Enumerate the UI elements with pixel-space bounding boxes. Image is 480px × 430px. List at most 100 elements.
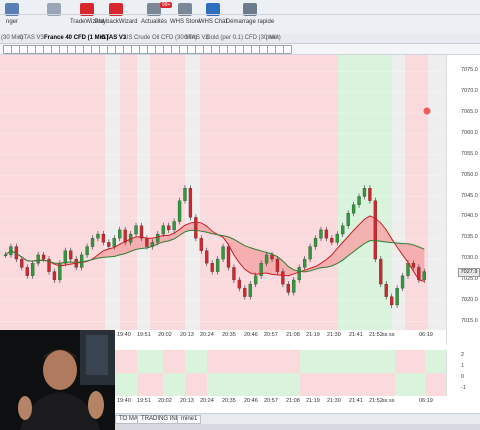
candle: [31, 263, 35, 276]
y-tick-label: 7070.0: [461, 88, 478, 95]
background-bands: [0, 55, 446, 330]
candle: [215, 258, 220, 272]
subchart-scale-label: 2: [461, 352, 465, 358]
subchart-scale-label: 1: [461, 363, 465, 369]
subchart-x-tick-label: 21:41: [349, 398, 363, 404]
x-tick-label: 20:13: [180, 332, 194, 338]
candle: [205, 250, 209, 264]
x-tick-label: 21:30: [327, 332, 341, 338]
subchart-x-tick-label: 20:57: [264, 398, 278, 404]
background-band: [168, 55, 185, 330]
candle: [357, 196, 361, 205]
subchart-x-tick-label: 20:35: [222, 398, 236, 404]
y-tick-label: 7040.0: [461, 213, 478, 220]
x-tick-label: 20:24: [200, 332, 214, 338]
toolbar-item-quickstart[interactable]: Démarrage rapide: [220, 2, 280, 32]
subchart-band: [207, 350, 300, 373]
x-tick-label: 19:40: [117, 332, 131, 338]
drawing-tool-icon[interactable]: [283, 45, 292, 54]
candle: [101, 233, 106, 243]
candle: [118, 229, 122, 239]
subchart-band: [163, 373, 185, 396]
indicator-subchart[interactable]: [115, 350, 446, 396]
status-bar: [115, 424, 480, 430]
subchart-band: [300, 350, 395, 373]
subchart-band: [425, 350, 446, 373]
y-tick-label: 7060.0: [461, 129, 478, 136]
tab-item-active[interactable]: France 40 CFD (1 Min.): [44, 35, 109, 41]
candle: [161, 225, 165, 235]
candle: [112, 238, 116, 247]
candle: [292, 279, 296, 293]
subchart-band: [185, 350, 207, 373]
tab-item[interactable]: GTAS V3: [19, 35, 44, 41]
candle: [90, 238, 95, 247]
subchart-bands: [115, 350, 446, 396]
subchart-x-tick-label: 21:08: [286, 398, 300, 404]
subchart-x-tick-label: 20:46: [244, 398, 258, 404]
subchart-x-tick-label: 20:24: [200, 398, 214, 404]
candle: [243, 288, 247, 297]
candle: [341, 225, 345, 235]
webcam-overlay: [0, 330, 115, 430]
subchart-x-tick-label: ss ss: [382, 398, 395, 404]
subchart-band: [115, 373, 137, 396]
candle: [264, 254, 269, 264]
price-chart[interactable]: [0, 55, 446, 345]
subchart-band: [115, 350, 137, 373]
subchart-band: [163, 350, 185, 373]
subchart-time-axis: 19:40 19:51 20:02 20:13 20:24 20:35 20:46 20:57…: [115, 396, 446, 406]
subchart-scale-label: -1: [461, 385, 466, 391]
alert-dot[interactable]: [423, 107, 431, 115]
y-tick-label: 7015.0: [461, 317, 478, 324]
candle: [226, 246, 231, 268]
x-tick-label: 19:51: [137, 332, 151, 338]
candle: [286, 283, 290, 293]
price-axis: 7075.0 7070.0 7065.0 7060.0 7055.0 7050.0 7045…: [446, 55, 480, 345]
tab-item-active-indicator[interactable]: GTAS V3: [101, 35, 126, 41]
candle: [406, 263, 410, 276]
subchart-x-tick-label: 19:51: [137, 398, 151, 404]
candle: [411, 263, 416, 268]
candle: [199, 238, 203, 251]
y-tick-label: 7065.0: [461, 109, 478, 116]
candle: [248, 283, 252, 297]
candle: [379, 258, 383, 285]
subchart-x-tick-label: 21:52: [369, 398, 383, 404]
candle: [302, 258, 307, 268]
subchart-x-tick-label: 06:19: [419, 398, 433, 404]
subchart-band: [395, 350, 425, 373]
candle: [194, 217, 198, 239]
subchart-axis: 2 1 0 -1: [446, 350, 480, 396]
candle: [281, 271, 285, 285]
candle: [368, 188, 372, 201]
candle: [275, 258, 280, 272]
x-tick-label: 21:19: [306, 332, 320, 338]
candle: [319, 229, 323, 239]
y-tick-label: 7045.0: [461, 192, 478, 199]
candle: [36, 254, 40, 264]
candle: [172, 221, 176, 231]
subchart-band: [300, 373, 395, 396]
candle: [183, 188, 187, 201]
candle: [400, 275, 405, 289]
candle: [52, 271, 57, 281]
candle: [79, 254, 84, 268]
candle: [167, 225, 171, 231]
candle: [25, 267, 29, 276]
background-band: [428, 55, 446, 330]
drawing-toolbar: [0, 44, 480, 55]
workspace-tab[interactable]: mine1: [177, 415, 202, 424]
background-band: [105, 55, 120, 330]
candle: [3, 254, 8, 257]
candle: [390, 296, 394, 306]
candle: [330, 238, 334, 243]
subchart-band: [185, 373, 207, 396]
candle: [107, 242, 111, 247]
background-band: [0, 55, 105, 330]
candle: [221, 246, 225, 260]
y-tick-label: 7075.0: [461, 67, 478, 74]
y-tick-label: 7050.0: [461, 171, 478, 178]
tab-item[interactable]: pivot: [266, 35, 279, 41]
workspace-tabs: TO MAX TRADING INDICES mine1: [115, 413, 480, 424]
